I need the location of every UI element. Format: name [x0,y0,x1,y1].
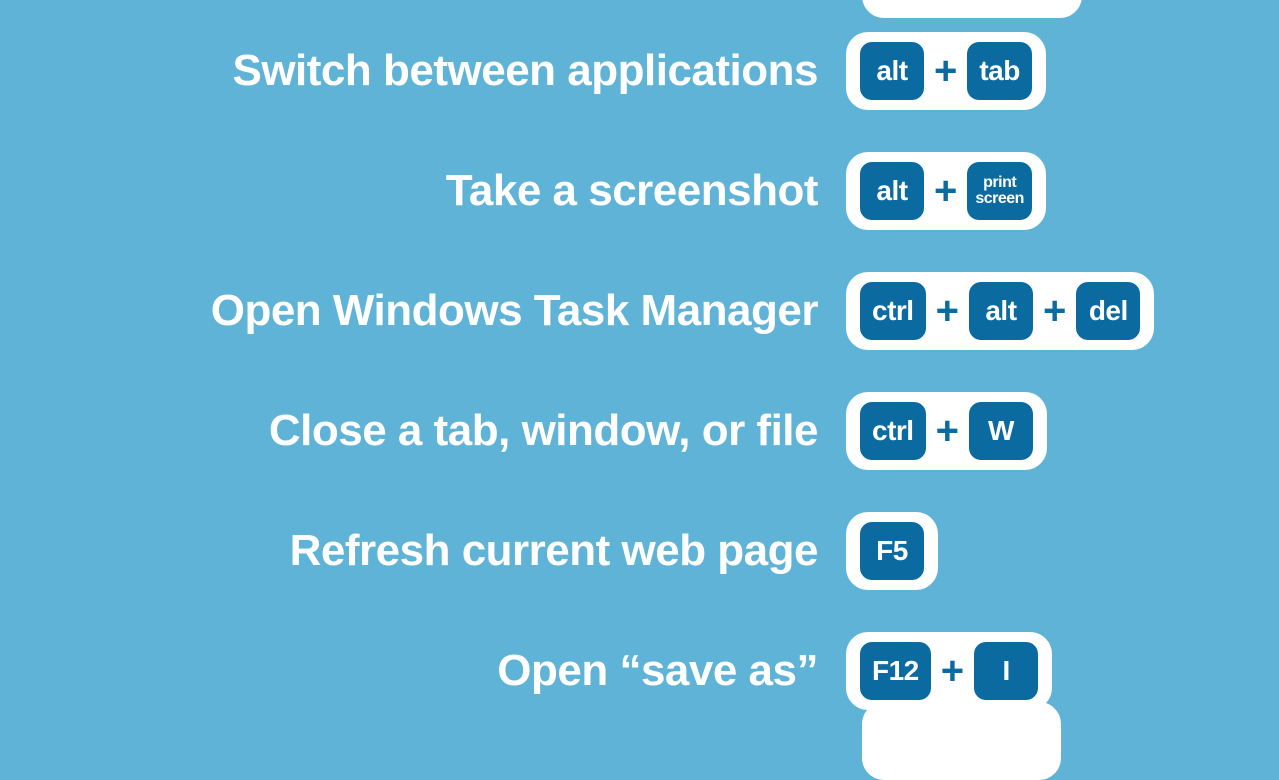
partial-keygroup-top [862,0,1082,18]
key-tab: tab [967,42,1032,100]
plus-icon: + [941,651,964,691]
key-del: del [1076,282,1140,340]
plus-icon: + [934,171,957,211]
key-f5: F5 [860,522,924,580]
plus-icon: + [1043,291,1066,331]
shortcut-label: Take a screenshot [0,166,846,216]
key-alt: alt [860,42,924,100]
shortcut-row: Refresh current web page F5 [0,512,1279,590]
shortcut-label: Open “save as” [0,646,846,696]
shortcut-row: Switch between applications alt + tab [0,32,1279,110]
shortcut-row: Take a screenshot alt + printscreen [0,152,1279,230]
key-group: alt + printscreen [846,152,1046,230]
key-group: F12 + I [846,632,1052,710]
shortcut-row: Close a tab, window, or file ctrl + W [0,392,1279,470]
key-print-screen: printscreen [967,162,1032,220]
partial-keygroup-bottom: xx + xx [862,702,1061,780]
key-w: W [969,402,1033,460]
shortcut-label: Refresh current web page [0,526,846,576]
shortcut-label: Switch between applications [0,46,846,96]
key-f12: F12 [860,642,931,700]
key-alt: alt [860,162,924,220]
shortcut-label: Close a tab, window, or file [0,406,846,456]
key-ctrl: ctrl [860,282,926,340]
key-i: I [974,642,1038,700]
shortcut-row: Open Windows Task Manager ctrl + alt + d… [0,272,1279,350]
shortcuts-list: Switch between applications alt + tab Ta… [0,0,1279,710]
plus-icon: + [936,411,959,451]
key-group: ctrl + W [846,392,1047,470]
shortcut-row: Open “save as” F12 + I [0,632,1279,710]
key-alt: alt [969,282,1033,340]
key-group: ctrl + alt + del [846,272,1154,350]
shortcut-label: Open Windows Task Manager [0,286,846,336]
key-ctrl: ctrl [860,402,926,460]
key-group: F5 [846,512,938,590]
plus-icon: + [934,51,957,91]
plus-icon: + [936,291,959,331]
key-group: alt + tab [846,32,1046,110]
